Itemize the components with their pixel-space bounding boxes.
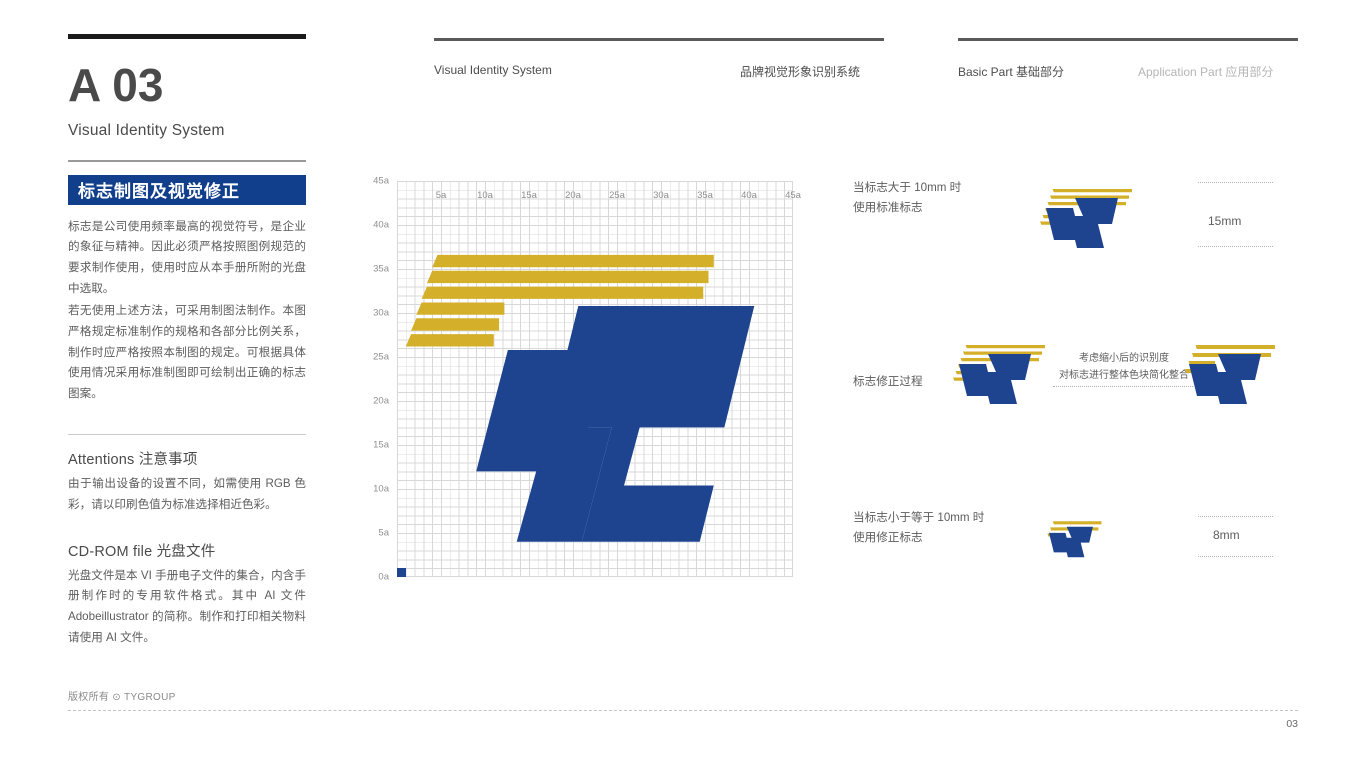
dim-line-top-15mm xyxy=(1198,182,1273,183)
logo-standard-blue-mark xyxy=(1046,198,1118,248)
gold-bar-short-5 xyxy=(411,318,500,331)
y-tick-0: 0a xyxy=(378,571,389,583)
y-tick-1: 5a xyxy=(378,527,389,539)
logo-standard-large xyxy=(1040,189,1132,248)
section-banner: 标志制图及视觉修正 xyxy=(68,174,306,205)
y-tick-5: 25a xyxy=(373,351,389,363)
logo-small-blue-mark xyxy=(1048,526,1093,558)
attentions-divider xyxy=(68,434,306,436)
header-rule-right xyxy=(958,38,1298,41)
footer-copyright: 版权所有 ⊙ TYGROUP xyxy=(68,692,176,703)
top-rule xyxy=(68,34,306,39)
y-tick-7: 35a xyxy=(373,263,389,275)
dim-line-bottom-8mm xyxy=(1198,556,1273,557)
dimension-8mm: 8mm xyxy=(1213,528,1240,542)
logo-standard-before xyxy=(953,345,1045,404)
logo-before-blue-mark xyxy=(959,354,1031,404)
nav-basic-part[interactable]: Basic Part 基础部分 xyxy=(958,63,1064,80)
x-tick-5: 30a xyxy=(653,190,669,201)
gold-bar-long-1 xyxy=(432,254,714,268)
y-tick-9: 45a xyxy=(373,175,389,187)
y-tick-4: 20a xyxy=(373,395,389,407)
x-tick-8: 45a xyxy=(785,190,801,201)
blue-monogram-group xyxy=(476,305,755,542)
gold-bar-short-4 xyxy=(416,302,505,315)
attentions-body: 由于输出设备的设置不同，如需使用 RGB 色彩，请以印刷色值为标准选择相近色彩。 xyxy=(68,477,306,512)
nav-application-part[interactable]: Application Part 应用部分 xyxy=(1138,63,1273,80)
nav-brand-vi-system-cn[interactable]: 品牌视觉形象识别系统 xyxy=(740,63,860,80)
x-tick-1: 10a xyxy=(477,190,493,201)
logo-artwork-on-grid xyxy=(405,254,755,542)
dimension-15mm: 15mm xyxy=(1208,214,1242,228)
page-subtitle: Visual Identity System xyxy=(68,122,225,140)
dim-line-bottom-15mm xyxy=(1198,246,1273,247)
body-paragraph-2: 若无使用上述方法，可采用制图法制作。本图严格规定标准制作的规格和各部分比例关系，… xyxy=(68,304,306,400)
page-code: A 03 xyxy=(68,59,164,111)
y-tick-8: 40a xyxy=(373,219,389,231)
panel-small-usage-label: 当标志小于等于 10mm 时 使用修正标志 xyxy=(853,511,985,545)
x-tick-2: 15a xyxy=(521,190,537,201)
header-rule-left xyxy=(434,38,884,41)
gold-bar-long-3 xyxy=(421,286,704,299)
dim-line-top-8mm xyxy=(1198,516,1273,517)
left-column: A 03 Visual Identity System 标志制图及视觉修正 标志… xyxy=(68,34,308,648)
nav-visual-identity-system[interactable]: Visual Identity System xyxy=(434,63,552,77)
x-tick-7: 40a xyxy=(741,190,757,201)
x-tick-4: 25a xyxy=(609,190,625,201)
logo-simplified-after xyxy=(1185,345,1275,404)
logo-grid-group xyxy=(405,254,755,542)
body-paragraph-1: 标志是公司使用频率最高的视觉符号，是企业的象征与精神。因此必须严格按照图例规范的… xyxy=(68,219,306,295)
footer-divider xyxy=(68,710,1298,711)
gold-bar-long-2 xyxy=(426,270,709,284)
cdrom-title: CD-ROM file 光盘文件 xyxy=(68,543,216,560)
origin-marker xyxy=(397,568,406,577)
gold-bar-short-6 xyxy=(405,334,494,347)
y-tick-3: 15a xyxy=(373,439,389,451)
y-tick-2: 10a xyxy=(373,483,389,495)
divider-rule xyxy=(68,160,306,162)
x-tick-3: 20a xyxy=(565,190,581,201)
cdrom-body: 光盘文件是本 VI 手册电子文件的集合，内含手册制作时的专用软件格式。其中 AI… xyxy=(68,568,306,644)
page-number: 03 xyxy=(1286,718,1298,730)
logo-simplified-small xyxy=(1047,521,1102,558)
panel-large-usage-label: 当标志大于 10mm 时 使用标准标志 xyxy=(853,181,962,215)
x-tick-0: 5a xyxy=(435,190,447,201)
attentions-title: Attentions 注意事项 xyxy=(68,452,198,469)
y-tick-6: 30a xyxy=(373,307,389,319)
blue-right-top-bar xyxy=(548,305,755,428)
x-tick-6: 35a xyxy=(697,190,713,201)
